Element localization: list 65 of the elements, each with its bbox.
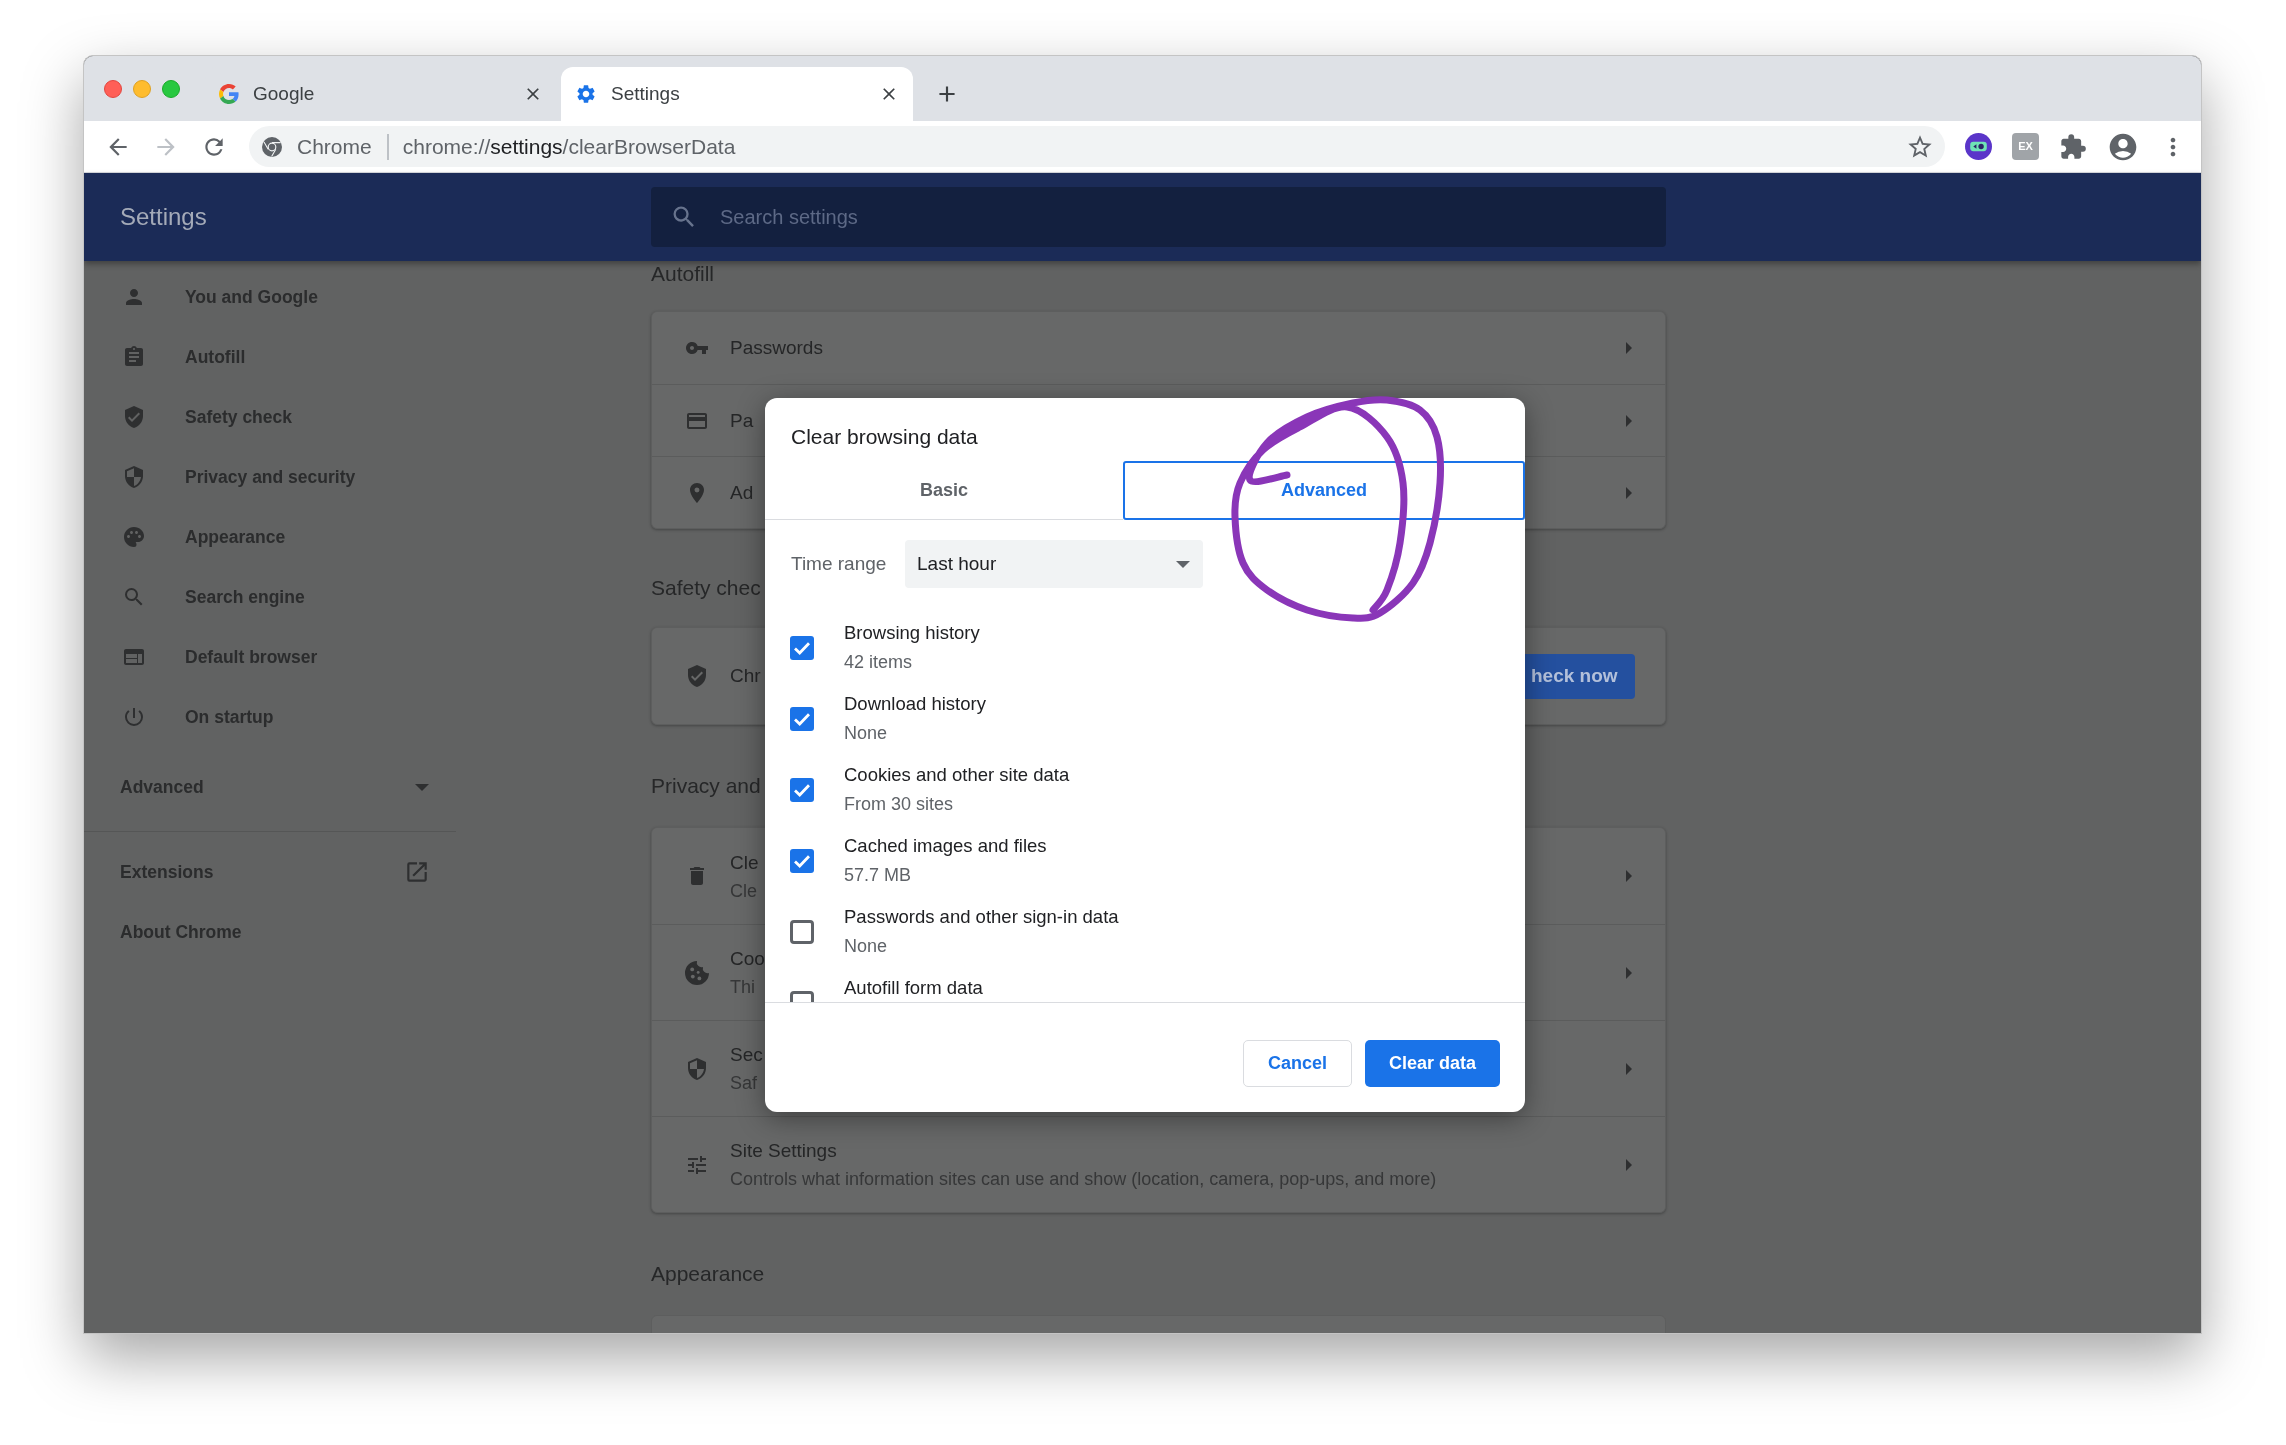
shield-icon [122, 465, 146, 489]
window-close-button[interactable] [104, 79, 122, 98]
caret-right-icon[interactable] [1626, 870, 1632, 882]
option-label: Download history [844, 693, 986, 715]
url-text: chrome://settings/clearBrowserData [402, 133, 736, 160]
time-range-select[interactable]: Last hour [905, 540, 1203, 588]
checkbox[interactable] [790, 849, 814, 873]
secondary-button[interactable]: Cancel [1242, 1040, 1352, 1087]
caret-down-icon [1176, 560, 1190, 568]
g-logo-icon [219, 84, 239, 104]
checkbox[interactable] [790, 707, 814, 731]
clipboard-icon [122, 345, 146, 369]
shield-icon [685, 1056, 709, 1081]
caret-right-icon[interactable] [1626, 1158, 1632, 1171]
option-label: Cookies and other site data [844, 764, 1070, 786]
row-title: Site Settings [730, 1139, 837, 1163]
row-title: Pa [730, 408, 754, 433]
option-detail: None [844, 722, 888, 744]
shield-check-icon [685, 664, 709, 688]
browser-tab[interactable]: Settings [561, 67, 913, 121]
caret-right-icon[interactable] [1626, 486, 1632, 499]
row-title: Coo [730, 947, 765, 971]
row-title: Chr [730, 664, 761, 688]
action-button[interactable]: heck now [1525, 653, 1635, 699]
palette-icon [122, 525, 146, 549]
option-detail: 57.7 MB [844, 864, 912, 886]
row-title: Sec [730, 1043, 763, 1067]
caret-right-icon[interactable] [1626, 342, 1632, 354]
option-label: Cached images and files [844, 835, 1047, 857]
dialog-tab[interactable]: Advanced [1123, 461, 1525, 520]
option-detail: 42 items [844, 651, 913, 673]
primary-button[interactable]: Clear data [1364, 1040, 1500, 1087]
checkbox[interactable] [790, 636, 814, 660]
option-detail: From 30 sites [844, 793, 954, 815]
shield-check-icon [122, 405, 146, 429]
checkbox[interactable] [790, 920, 814, 944]
page-title: Settings [120, 203, 207, 230]
extension-button[interactable]: EX [2012, 133, 2039, 160]
section-heading: Appearance [651, 1261, 765, 1287]
section-heading: Safety chec [651, 575, 761, 601]
option-label: Browsing history [844, 622, 980, 644]
option-detail: None [844, 935, 888, 957]
puzzle-icon[interactable] [2059, 132, 2087, 161]
caret-right-icon[interactable] [1626, 966, 1632, 979]
option-label: Passwords and other sign-in data [844, 906, 1119, 928]
row-title: Passwords [730, 336, 823, 360]
caret-right-icon[interactable] [1626, 1062, 1632, 1075]
dialog-tab[interactable]: Basic [765, 461, 1123, 520]
gear-icon [575, 83, 597, 105]
extension-icon[interactable] [1965, 133, 1992, 160]
option-label: Autofill form data [844, 977, 983, 999]
search-field[interactable]: Search settings [651, 187, 1666, 247]
power-icon [122, 705, 146, 729]
field-label: Time range [791, 551, 888, 576]
site-info-icon[interactable] [262, 136, 282, 157]
caret-right-icon[interactable] [1626, 414, 1632, 427]
section-heading: Privacy and [651, 773, 761, 799]
section-heading: Autofill [651, 261, 715, 287]
site-label: Chrome [297, 133, 372, 160]
address-bar[interactable]: Chrome chrome://settings/clearBrowserData [249, 126, 1945, 167]
checkbox[interactable] [790, 778, 814, 802]
cookie-icon [685, 960, 709, 985]
row-title: Ad [730, 480, 754, 505]
row-title: Cle [730, 850, 759, 875]
dialog-title: Clear browsing data [791, 425, 979, 449]
